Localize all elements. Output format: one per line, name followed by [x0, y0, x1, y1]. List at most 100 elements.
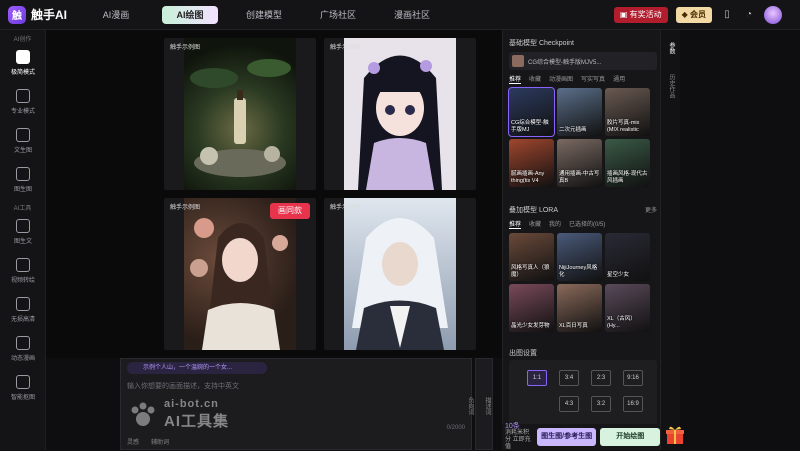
example-card[interactable]: 触手示例图 — [164, 38, 316, 190]
lora-card[interactable]: NijiJourney风格化 — [557, 233, 602, 281]
example-image-plants — [184, 38, 296, 190]
prompt-side-actions: 描述词 负向词 — [467, 358, 493, 450]
filter-general[interactable]: 通用 — [613, 74, 625, 84]
phone-icon[interactable]: ▯ — [720, 8, 734, 22]
nav-tab-ai-drawing[interactable]: AI绘图 — [162, 5, 218, 24]
lora-card[interactable]: 晶光少女发芽物 — [509, 284, 554, 332]
checkpoint-card[interactable]: 胶片写真-mix (MIX realistic — [605, 88, 650, 136]
filter-recommend[interactable]: 推荐 — [509, 74, 522, 84]
lora-card[interactable]: XL（古风）(Hy... — [605, 284, 650, 332]
sidebar-item-image-to-text[interactable]: 图生文 — [0, 212, 46, 251]
ratio-3-2[interactable]: 3:2 — [591, 396, 611, 412]
tab-history[interactable]: 历史作品 — [667, 74, 676, 98]
filter-realistic[interactable]: 写实写真 — [581, 74, 605, 84]
lora-card[interactable]: 风格写真人（狼魔） — [509, 233, 554, 281]
promo-button[interactable]: ▣ 有奖活动 — [613, 7, 668, 23]
lora-grid: 风格写真人（狼魔） NijiJourney风格化 星空少女晶光少女发芽物 XL百日写真… — [509, 233, 657, 332]
ratio-2-3[interactable]: 2:3 — [591, 370, 611, 386]
tab-params[interactable]: 参数 — [667, 42, 676, 54]
watermark: ai-bot.cn AI工具集 — [128, 398, 229, 431]
model-caption: 二次元插画 — [559, 127, 587, 133]
sidebar-item-image-to-image[interactable]: 图生图 — [0, 160, 46, 199]
sidebar-category-tools: AI工具 — [13, 206, 32, 212]
member-button[interactable]: ◆ 会员 — [675, 7, 712, 23]
lora-filter-recommend[interactable]: 推荐 — [509, 219, 522, 229]
app-logo[interactable]: 触 触手AI — [8, 5, 88, 24]
nav-tab-create-model[interactable]: 创建模型 — [236, 6, 292, 24]
checkpoint-card[interactable]: 二次元插画 — [557, 88, 602, 136]
checkpoint-card[interactable]: CG综合模型-触手版MJ — [508, 87, 555, 137]
ratio-1-1[interactable]: 1:1 — [527, 370, 547, 386]
cutout-icon — [16, 374, 30, 389]
prompt-placeholder[interactable]: 输入你想要的画面描述，支持中英文 — [127, 381, 239, 391]
sidebar-item-pro-mode[interactable]: 专业模式 — [0, 82, 46, 121]
lora-filter-selected[interactable]: 已选择的(0/5) — [569, 219, 605, 229]
girl-illustration — [358, 55, 442, 190]
lora-filter-favorites[interactable]: 收藏 — [529, 219, 541, 229]
sidebar-item-simple-mode[interactable]: 极简模式 — [0, 43, 46, 82]
description-words-button[interactable]: 描述词 — [483, 397, 492, 415]
ratio-4-3[interactable]: 4:3 — [559, 396, 579, 412]
sidebar-item-label: 图生图 — [13, 186, 32, 193]
warrior-illustration — [352, 218, 448, 350]
example-prompt-chip[interactable]: 示例个人山，一个温婉的一个女... — [127, 362, 267, 374]
assist-words-button[interactable]: 辅助词 — [151, 437, 169, 446]
sidebar-item-video-redraw[interactable]: 视频转绘 — [0, 251, 46, 290]
diamond-icon: ◆ — [681, 10, 690, 19]
checkpoint-title: 基础模型 Checkpoint — [509, 40, 574, 47]
example-gallery: 触手示例图 触手示例图 触手示例图 画同款 触手示例图 — [46, 30, 502, 358]
promo-label: 有奖活动 — [629, 10, 662, 19]
checkpoint-card[interactable]: 插画风格-现代古风插画 — [605, 139, 650, 187]
inspiration-button[interactable]: 灵感 — [127, 437, 139, 446]
ratio-3-4[interactable]: 3:4 — [559, 370, 579, 386]
lora-filters: 推荐 收藏 我的 已选择的(0/5) — [509, 219, 657, 229]
lora-filter-mine[interactable]: 我的 — [549, 219, 561, 229]
checkpoint-card[interactable]: 腻画插画-Any thing(tis V4 — [509, 139, 554, 187]
model-caption: NijiJourney风格化 — [559, 265, 598, 278]
ratio-16-9[interactable]: 16:9 — [623, 396, 643, 412]
example-card[interactable]: 触手示例图 — [324, 198, 476, 350]
right-tab-bar: 参数 历史作品 — [660, 30, 680, 450]
sidebar-item-motion-comic[interactable]: 动态漫画 — [0, 329, 46, 368]
user-avatar[interactable] — [764, 6, 782, 24]
member-label: 会员 — [690, 10, 706, 19]
portrait-illustration — [190, 218, 288, 350]
lora-more-link[interactable]: 更多 — [645, 205, 657, 215]
img2img-button[interactable]: 图生图/参考生图 — [536, 428, 597, 446]
nav-tab-comic-community[interactable]: 漫画社区 — [384, 6, 440, 24]
generate-bar: 10条 消耗米积分 立即充值 图生图/参考生图 开始绘图 — [502, 423, 660, 451]
nav-tab-ai-comic[interactable]: AI漫画 — [88, 6, 144, 24]
example-image-portrait-roses — [184, 198, 296, 350]
model-caption: XL（古风）(Hy... — [607, 316, 636, 329]
sidebar-item-text-to-image[interactable]: 文生图 — [0, 121, 46, 160]
points-sub[interactable]: 消耗米积分 立即充值 — [505, 430, 533, 451]
example-image-hanfu-girl — [344, 38, 456, 190]
gift-box-icon[interactable] — [664, 424, 686, 446]
checkpoint-select[interactable]: CG综合模型-触手版MJV5... — [509, 52, 657, 70]
sidebar-item-upscale[interactable]: 无损高清 — [0, 290, 46, 329]
watermark-title: AI工具集 — [164, 413, 230, 430]
app-name: 触手AI — [31, 8, 68, 22]
checkpoint-card[interactable]: 通用插画-中古写真B — [557, 139, 602, 187]
example-image-silver-warrior — [344, 198, 456, 350]
make-same-button[interactable]: 画同款 — [270, 203, 310, 219]
filter-favorites[interactable]: 收藏 — [529, 74, 541, 84]
start-drawing-button[interactable]: 开始绘图 — [600, 428, 660, 446]
negative-words-button[interactable]: 负向词 — [466, 397, 475, 415]
bell-icon[interactable]: ◔ — [742, 8, 756, 22]
settings-panel: 基础模型 Checkpoint CG综合模型-触手版MJV5... 推荐 收藏 … — [502, 30, 660, 450]
logo-icon: 触 — [8, 5, 26, 24]
text-image-icon — [16, 127, 30, 142]
bottle-illustration — [190, 59, 291, 177]
example-tag: 触手示例图 — [170, 205, 201, 211]
layers-icon — [16, 88, 30, 103]
example-card[interactable]: 触手示例图 — [324, 38, 476, 190]
example-card[interactable]: 触手示例图 画同款 — [164, 198, 316, 350]
sidebar-item-cutout[interactable]: 智能抠图 — [0, 368, 46, 407]
lora-card[interactable]: XL百日写真 — [557, 284, 602, 332]
lora-card[interactable]: 星空少女 — [605, 233, 650, 281]
filter-anime[interactable]: 动漫画图 — [549, 74, 573, 84]
nav-tab-square-community[interactable]: 广场社区 — [310, 6, 366, 24]
image-icon — [16, 49, 30, 64]
ratio-9-16[interactable]: 9:16 — [623, 370, 643, 386]
